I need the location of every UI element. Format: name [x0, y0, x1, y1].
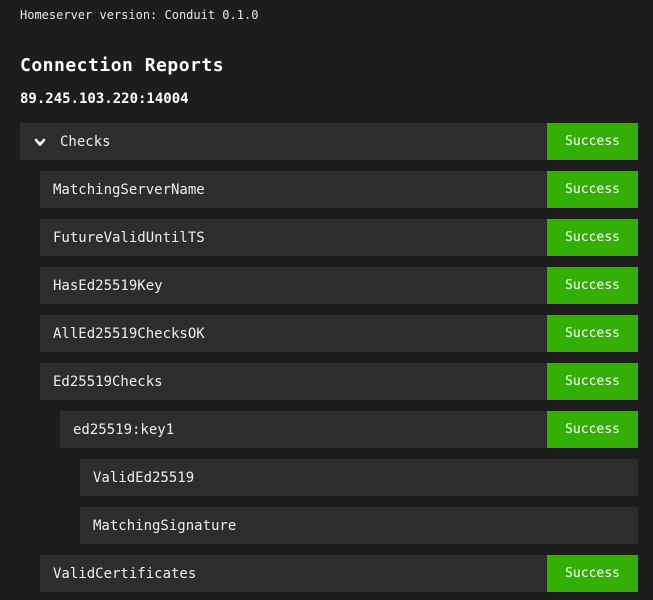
- check-label: AllEd25519ChecksOK: [53, 326, 205, 342]
- status-badge: Success: [547, 267, 638, 304]
- check-row[interactable]: MatchingSignature: [80, 507, 638, 544]
- check-label: ed25519:key1: [73, 422, 174, 438]
- check-row[interactable]: AllEd25519ChecksOK Success: [40, 315, 638, 352]
- page-title: Connection Reports: [20, 55, 638, 77]
- status-badge: Success: [547, 411, 638, 448]
- check-label: Checks: [60, 134, 111, 150]
- check-row[interactable]: HasEd25519Key Success: [40, 267, 638, 304]
- page: Homeserver version: Conduit 0.1.0 Connec…: [0, 0, 653, 592]
- check-label: ValidEd25519: [93, 470, 194, 486]
- check-row[interactable]: ValidCertificates Success: [40, 555, 638, 592]
- check-label: MatchingSignature: [93, 518, 236, 534]
- check-label: Ed25519Checks: [53, 374, 163, 390]
- check-label: ValidCertificates: [53, 566, 196, 582]
- check-row[interactable]: Ed25519Checks Success: [40, 363, 638, 400]
- status-badge: Success: [547, 219, 638, 256]
- server-address: 89.245.103.220:14004: [20, 91, 638, 107]
- status-badge: Success: [547, 123, 638, 160]
- check-label: FutureValidUntilTS: [53, 230, 205, 246]
- chevron-down-icon: [33, 135, 47, 149]
- check-row[interactable]: Checks Success: [20, 123, 638, 160]
- check-row[interactable]: FutureValidUntilTS Success: [40, 219, 638, 256]
- check-label: HasEd25519Key: [53, 278, 163, 294]
- check-row[interactable]: ValidEd25519: [80, 459, 638, 496]
- check-row[interactable]: ed25519:key1 Success: [60, 411, 638, 448]
- report-list: Checks Success MatchingServerName Succes…: [20, 123, 638, 592]
- status-badge: Success: [547, 315, 638, 352]
- status-badge: Success: [547, 555, 638, 592]
- check-row[interactable]: MatchingServerName Success: [40, 171, 638, 208]
- status-badge: Success: [547, 171, 638, 208]
- status-badge: Success: [547, 363, 638, 400]
- homeserver-version-text: Homeserver version: Conduit 0.1.0: [20, 8, 638, 22]
- check-label: MatchingServerName: [53, 182, 205, 198]
